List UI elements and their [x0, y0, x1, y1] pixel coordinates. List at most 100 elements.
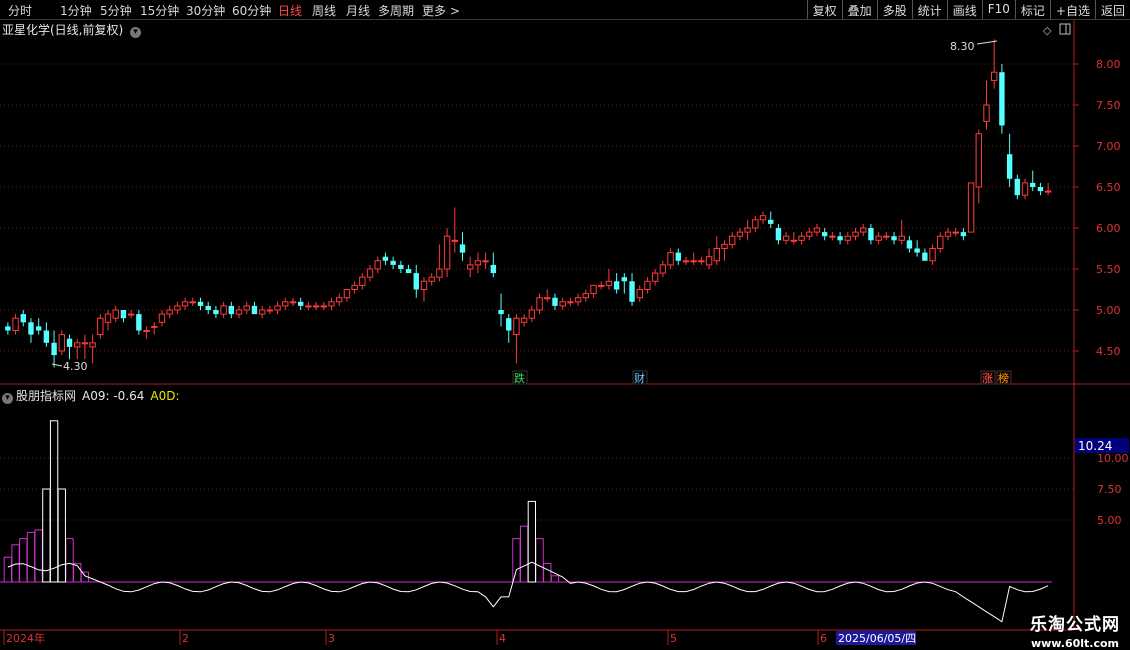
price-tick-label: 6.00: [1096, 222, 1121, 235]
candle: [598, 281, 605, 290]
candle: [759, 211, 767, 224]
candle: [398, 260, 404, 274]
candle: [590, 284, 597, 298]
candle: [844, 232, 851, 245]
candle: [467, 256, 474, 278]
candle: [567, 297, 574, 306]
candle: [960, 228, 967, 241]
overlay-button[interactable]: 叠加: [841, 0, 877, 19]
candle: [1021, 178, 1029, 200]
indicator-tick-label: 7.50: [1097, 483, 1122, 496]
tab-more[interactable]: 更多 >: [422, 2, 460, 19]
candle: [721, 240, 728, 261]
event-marker-die[interactable]: 跌: [512, 370, 528, 385]
toolbar-actions: 复权 叠加 多股 统计 画线 F10 标记 +自选 返回: [806, 0, 1130, 19]
indicator-bar: [19, 538, 28, 583]
draw-button[interactable]: 画线: [946, 0, 982, 19]
tab-daily[interactable]: 日线: [278, 2, 302, 19]
tab-monthly[interactable]: 月线: [346, 2, 370, 19]
candle: [713, 236, 720, 265]
candle: [289, 297, 297, 306]
period-toolbar: 分时 1分钟 5分钟 15分钟 30分钟 60分钟 日线 周线 月线 多周期 更…: [0, 0, 1130, 20]
candle: [158, 310, 166, 327]
marker-cai-text: 财: [634, 371, 645, 385]
indicator-bar: [42, 488, 51, 583]
candle: [944, 228, 952, 241]
candle: [667, 248, 674, 269]
add-watchlist-button[interactable]: +自选: [1049, 0, 1095, 19]
candle: [690, 252, 697, 265]
panel-toggle-icon[interactable]: [1059, 23, 1071, 35]
chevron-down-icon[interactable]: ▾: [2, 393, 13, 404]
candle: [1006, 133, 1013, 187]
candle: [983, 80, 990, 130]
date-tick-label: 6: [820, 632, 827, 645]
candle: [143, 326, 150, 339]
indicator-bar: [11, 544, 20, 583]
tab-60min[interactable]: 60分钟: [232, 2, 271, 19]
candle: [898, 219, 905, 245]
indicator-bar: [512, 538, 521, 583]
indicator-white-line: [7, 561, 1049, 623]
f10-button[interactable]: F10: [981, 0, 1015, 19]
candle: [97, 314, 104, 339]
candle: [58, 330, 65, 356]
date-axis: 2024年 2 3 4 5 6: [3, 630, 827, 645]
event-marker-cai[interactable]: 财: [632, 370, 648, 385]
candle: [374, 256, 381, 274]
candle: [513, 314, 520, 364]
candle: [136, 310, 142, 335]
candle: [906, 236, 913, 253]
candle: [5, 322, 11, 335]
indicator-bar: [34, 529, 43, 583]
tab-multi-period[interactable]: 多周期: [378, 2, 414, 19]
date-tick-label: 2024年: [6, 631, 45, 645]
price-panel-title[interactable]: 亚星化学(日线,前复权) ▾: [2, 21, 142, 38]
tab-weekly[interactable]: 周线: [312, 2, 336, 19]
candle: [1014, 174, 1021, 200]
marker-bang-text: 榜: [998, 371, 1009, 385]
indicator-name: 股朋指标网: [16, 389, 77, 403]
watermark-title: 乐淘公式网: [1030, 615, 1120, 635]
candle: [197, 297, 204, 310]
stats-button[interactable]: 统计: [911, 0, 947, 19]
chevron-down-icon[interactable]: ▾: [130, 27, 142, 38]
event-marker-bang[interactable]: 榜: [996, 370, 1012, 385]
candle: [798, 232, 805, 245]
date-tick-label: 2: [182, 632, 189, 645]
tab-1min[interactable]: 1分钟: [60, 2, 92, 19]
mark-button[interactable]: 标记: [1014, 0, 1050, 19]
tab-15min[interactable]: 15分钟: [140, 2, 179, 19]
candle: [228, 301, 235, 319]
candle: [35, 318, 42, 335]
tab-5min[interactable]: 5分钟: [100, 2, 132, 19]
diamond-icon[interactable]: ◇: [1043, 24, 1052, 37]
candle: [544, 289, 551, 302]
candle: [443, 228, 451, 278]
indicator-bar: [26, 531, 36, 583]
tab-intraday[interactable]: 分时: [8, 2, 32, 19]
candle: [651, 269, 659, 286]
candle: [829, 232, 836, 241]
candle: [74, 338, 81, 360]
candle: [20, 310, 26, 327]
candle: [975, 129, 982, 204]
candle: [213, 305, 219, 319]
candle: [28, 318, 34, 343]
multi-stock-button[interactable]: 多股: [876, 0, 912, 19]
event-marker-zhang[interactable]: 涨: [980, 370, 996, 385]
indicator-axis: 10.00 7.50 5.00: [1097, 452, 1129, 527]
tab-30min[interactable]: 30分钟: [186, 2, 225, 19]
back-button[interactable]: 返回: [1094, 0, 1130, 19]
candle: [451, 207, 458, 253]
candle: [736, 228, 744, 241]
indicator-bar: [73, 562, 82, 583]
date-tick-label: 5: [670, 632, 677, 645]
candle: [813, 223, 821, 237]
kline-chart[interactable]: 8.00 7.50 7.00 6.50 6.00 5.50 5.00 4.50 10.00 7.…: [0, 0, 1130, 650]
date-tick-label: 3: [328, 632, 335, 645]
adjust-button[interactable]: 复权: [806, 0, 842, 19]
candle: [482, 252, 489, 269]
candle: [1030, 170, 1036, 192]
candle: [705, 248, 713, 269]
